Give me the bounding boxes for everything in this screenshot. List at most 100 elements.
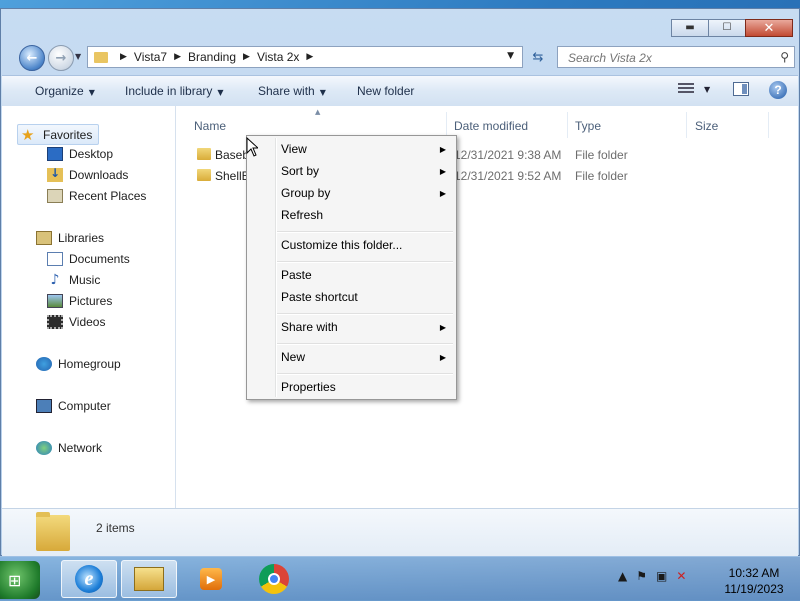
- nav-computer-label: Computer: [58, 399, 111, 413]
- recent-pages-dropdown-icon[interactable]: ▼: [75, 52, 81, 61]
- organize-button[interactable]: Organize ▼: [35, 84, 95, 98]
- volume-muted-icon[interactable]: ✕: [676, 569, 686, 583]
- breadcrumb-separator-icon[interactable]: ▶: [174, 52, 181, 62]
- breadcrumb-branding[interactable]: Branding: [188, 50, 236, 64]
- breadcrumb-vista7[interactable]: Vista7: [134, 50, 167, 64]
- navigation-pane: ★ Favorites Desktop Downloads Recent Plac…: [2, 106, 176, 508]
- column-header-name[interactable]: Name: [194, 119, 226, 133]
- column-header-size[interactable]: Size: [695, 119, 718, 133]
- nav-network[interactable]: Network: [36, 441, 102, 455]
- nav-computer[interactable]: Computer: [36, 399, 111, 413]
- address-dropdown-icon[interactable]: ▼: [507, 51, 514, 61]
- menu-item-group-by[interactable]: Group by: [281, 186, 330, 200]
- file-name: Baseb: [215, 148, 250, 162]
- maximize-icon: ☐: [722, 22, 732, 33]
- search-box[interactable]: ⚲: [557, 46, 795, 68]
- windows-logo-icon: ⊞: [8, 571, 22, 590]
- recent-places-icon: [47, 189, 63, 203]
- file-date: 12/31/2021 9:52 AM: [454, 169, 562, 183]
- new-folder-button[interactable]: New folder: [357, 84, 414, 98]
- breadcrumb-separator-icon[interactable]: ▶: [120, 52, 127, 62]
- folder-icon: [94, 51, 108, 63]
- column-header-type[interactable]: Type: [575, 119, 601, 133]
- submenu-arrow-icon: ▶: [439, 189, 446, 198]
- taskbar-internet-explorer[interactable]: e: [61, 560, 117, 598]
- nav-recent-places-label: Recent Places: [69, 189, 147, 203]
- menu-separator: [277, 261, 453, 263]
- file-date: 12/31/2021 9:38 AM: [454, 148, 562, 162]
- nav-homegroup-label: Homegroup: [58, 357, 121, 371]
- nav-libraries[interactable]: Libraries: [36, 231, 104, 245]
- file-type: File folder: [575, 148, 628, 162]
- breadcrumb-vista-2x[interactable]: Vista 2x: [257, 50, 299, 64]
- preview-pane-icon[interactable]: [733, 82, 749, 96]
- search-icon[interactable]: ⚲: [780, 50, 789, 64]
- computer-icon: [36, 399, 52, 413]
- forward-button[interactable]: →: [48, 45, 74, 71]
- action-center-flag-icon[interactable]: ⚑: [636, 569, 647, 583]
- taskbar-media-player[interactable]: ▶: [183, 560, 239, 598]
- menu-item-refresh[interactable]: Refresh: [281, 208, 323, 222]
- mouse-cursor-icon: [246, 137, 258, 157]
- menu-item-paste[interactable]: Paste: [281, 268, 312, 282]
- help-icon[interactable]: ?: [769, 81, 787, 99]
- network-status-icon[interactable]: ▣: [656, 569, 667, 583]
- share-with-button[interactable]: Share with ▼: [258, 84, 326, 98]
- include-in-library-button[interactable]: Include in library ▼: [125, 84, 224, 98]
- minimize-button[interactable]: ▬: [671, 19, 709, 37]
- breadcrumb-separator-icon[interactable]: ▶: [243, 52, 250, 62]
- nav-documents[interactable]: Documents: [47, 252, 130, 266]
- view-dropdown-icon[interactable]: ▼: [704, 85, 710, 94]
- nav-desktop[interactable]: Desktop: [47, 147, 113, 161]
- column-divider[interactable]: [567, 112, 568, 138]
- menu-item-share-with[interactable]: Share with: [281, 320, 338, 334]
- nav-videos[interactable]: Videos: [47, 315, 105, 329]
- submenu-arrow-icon: ▶: [439, 323, 446, 332]
- command-bar: Organize ▼ Include in library ▼ Share with…: [2, 75, 798, 107]
- nav-documents-label: Documents: [69, 252, 130, 266]
- column-divider[interactable]: [686, 112, 687, 138]
- start-button[interactable]: ⊞: [0, 561, 40, 599]
- menu-item-properties[interactable]: Properties: [281, 380, 336, 394]
- nav-music[interactable]: ♪ Music: [47, 273, 101, 287]
- minimize-icon: ▬: [685, 22, 695, 33]
- address-bar[interactable]: ▶ Vista7 ▶ Branding ▶ Vista 2x ▶ ▼: [87, 46, 523, 68]
- refresh-button[interactable]: ⇆: [527, 46, 549, 68]
- submenu-arrow-icon: ▶: [439, 167, 446, 176]
- taskbar-clock[interactable]: 10:32 AM 11/19/2023: [716, 565, 792, 597]
- nav-downloads[interactable]: Downloads: [47, 166, 128, 182]
- submenu-arrow-icon: ▶: [439, 353, 446, 362]
- menu-item-customize-folder[interactable]: Customize this folder...: [281, 238, 402, 252]
- submenu-arrow-icon: ▶: [439, 145, 446, 154]
- sort-ascending-icon: ▲: [315, 108, 321, 116]
- forward-arrow-icon: →: [55, 50, 67, 66]
- menu-item-new[interactable]: New: [281, 350, 305, 364]
- menu-item-paste-shortcut[interactable]: Paste shortcut: [281, 290, 358, 304]
- breadcrumb-separator-icon[interactable]: ▶: [306, 52, 313, 62]
- nav-music-label: Music: [69, 273, 101, 287]
- column-divider[interactable]: [768, 112, 769, 138]
- change-view-icon[interactable]: [678, 83, 694, 96]
- videos-icon: [47, 315, 63, 329]
- nav-favorites[interactable]: ★ Favorites: [17, 124, 99, 145]
- folder-icon: [197, 148, 211, 160]
- pictures-icon: [47, 294, 63, 308]
- nav-recent-places[interactable]: Recent Places: [47, 189, 146, 203]
- nav-favorites-label: Favorites: [43, 127, 93, 142]
- maximize-button[interactable]: ☐: [708, 19, 746, 37]
- nav-homegroup[interactable]: Homegroup: [36, 357, 121, 371]
- nav-libraries-label: Libraries: [58, 231, 105, 245]
- close-button[interactable]: ✕: [745, 19, 793, 37]
- menu-item-view[interactable]: View: [281, 142, 307, 156]
- chrome-icon: [259, 564, 289, 594]
- search-input[interactable]: [566, 48, 770, 68]
- back-button[interactable]: ←: [19, 45, 45, 71]
- folder-icon: [197, 169, 211, 181]
- taskbar-windows-explorer[interactable]: [121, 560, 177, 598]
- chevron-down-icon: ▼: [217, 88, 224, 97]
- menu-item-sort-by[interactable]: Sort by: [281, 164, 319, 178]
- show-hidden-icons-icon[interactable]: ▲: [618, 569, 627, 583]
- taskbar-chrome[interactable]: [246, 560, 302, 598]
- column-header-date-modified[interactable]: Date modified: [454, 119, 528, 133]
- nav-pictures[interactable]: Pictures: [47, 294, 112, 308]
